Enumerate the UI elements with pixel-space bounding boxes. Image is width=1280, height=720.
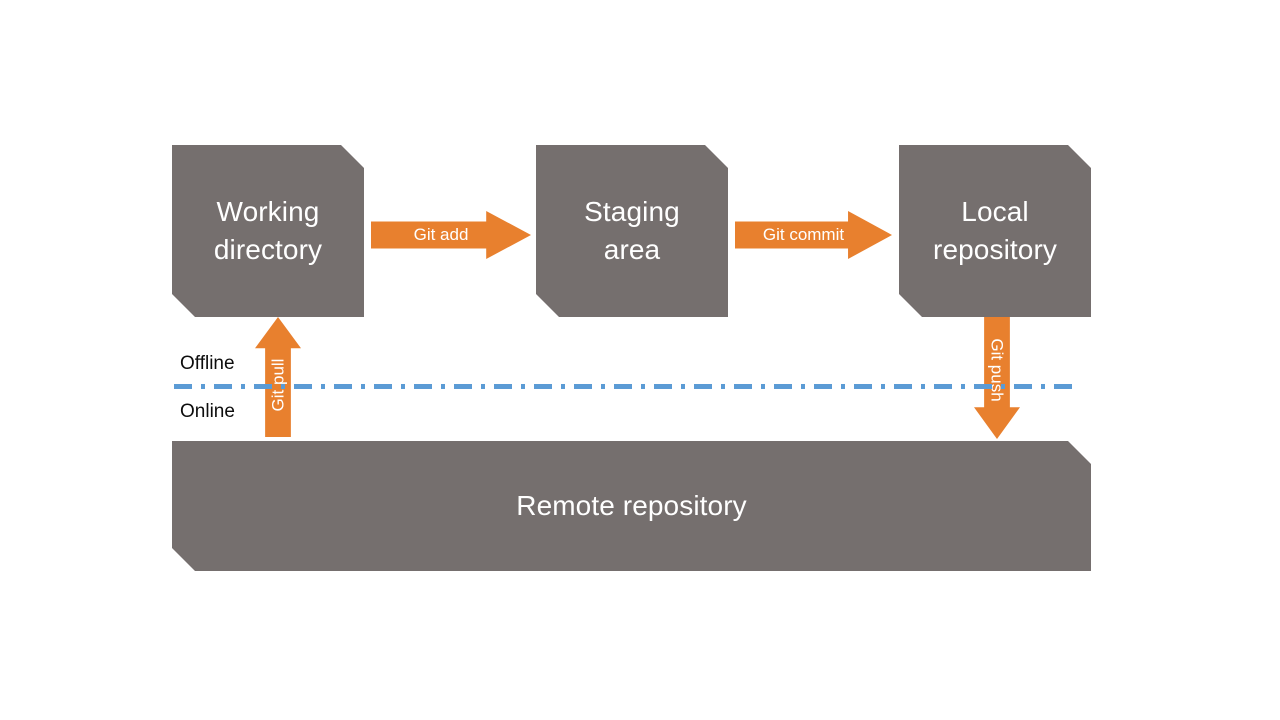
diagram-canvas: Working directory Staging area Local rep… xyxy=(0,0,1280,720)
label-online: Online xyxy=(180,401,235,422)
arrow-git-add[interactable]: Git add xyxy=(371,211,531,259)
arrow-git-push[interactable]: Git push xyxy=(974,317,1020,439)
offline-online-divider xyxy=(174,384,1076,389)
node-staging-area[interactable]: Staging area xyxy=(536,145,728,317)
node-staging-area-text: Staging area xyxy=(584,193,680,268)
node-staging-area-label-line2: area xyxy=(603,234,661,265)
node-staging-area-label-line1: Staging xyxy=(584,196,680,228)
node-local-repository-text: Local repository xyxy=(933,193,1057,268)
node-remote-repository[interactable]: Remote repository xyxy=(172,441,1091,571)
node-local-repository-label-line2: repository xyxy=(933,234,1057,265)
arrow-git-pull[interactable]: Git pull xyxy=(255,317,301,437)
node-working-directory-text: Working directory xyxy=(214,193,322,268)
node-remote-repository-label-line1: Remote repository xyxy=(516,490,747,522)
arrow-git-add-label: Git add xyxy=(413,225,469,244)
arrow-git-commit-label: Git commit xyxy=(762,225,845,244)
node-working-directory-label-line1: Working xyxy=(216,196,320,228)
node-local-repository-label-line1: Local xyxy=(961,196,1029,228)
node-working-directory-label-line2: directory xyxy=(213,234,323,265)
node-local-repository[interactable]: Local repository xyxy=(899,145,1091,317)
node-working-directory[interactable]: Working directory xyxy=(172,145,364,317)
arrow-git-push-label: Git push xyxy=(988,338,1007,402)
node-remote-repository-text: Remote repository xyxy=(516,487,746,525)
label-offline: Offline xyxy=(180,353,235,374)
arrow-git-commit[interactable]: Git commit xyxy=(735,211,892,259)
